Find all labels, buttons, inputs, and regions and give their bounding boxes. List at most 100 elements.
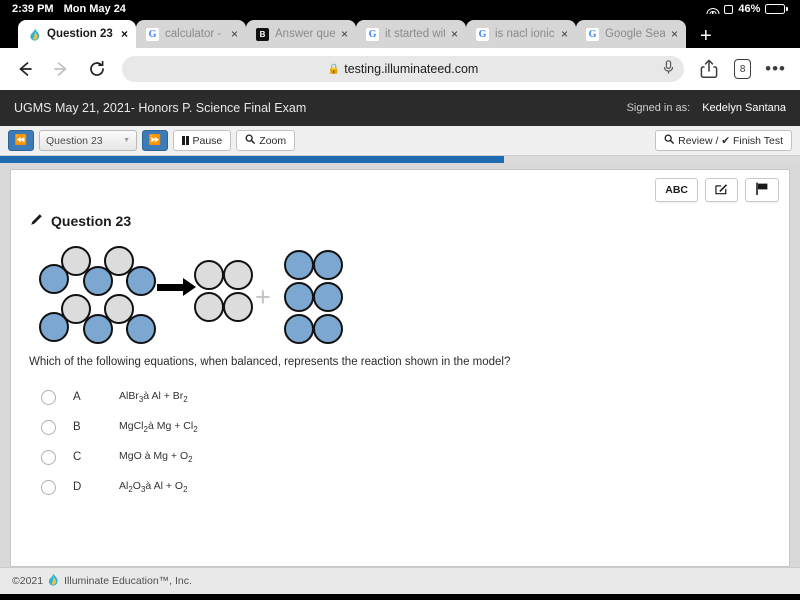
browser-tab[interactable]: Gcalculator - Go × bbox=[136, 20, 246, 48]
status-time: 2:39 PM bbox=[12, 3, 54, 15]
browser-tab[interactable]: B Answer questio × bbox=[246, 20, 356, 48]
signed-in-label: Signed in as: bbox=[626, 102, 691, 114]
illuminate-flame-icon bbox=[29, 27, 41, 41]
browser-tab-strip[interactable]: Question 23 | U × Gcalculator - Go × B Answer… bbox=[0, 18, 800, 48]
answer-option[interactable]: D Al2O3à Al + O2 bbox=[41, 472, 789, 502]
product-atom-blue bbox=[284, 314, 314, 344]
answer-option-letter: D bbox=[73, 481, 82, 493]
google-icon: G bbox=[476, 27, 489, 41]
answer-option-letter: C bbox=[73, 451, 82, 463]
browser-tab[interactable]: Gis nacl ionic or c × bbox=[466, 20, 576, 48]
back-button[interactable] bbox=[14, 58, 36, 80]
zoom-label: Zoom bbox=[259, 134, 287, 147]
chevron-down-icon: ▼ bbox=[123, 137, 130, 144]
answer-radio-button[interactable] bbox=[41, 479, 56, 495]
status-bar-right: 46% bbox=[706, 3, 788, 15]
answer-option-letter: A bbox=[73, 391, 81, 403]
microphone-icon[interactable] bbox=[663, 60, 674, 78]
more-options-button[interactable]: ••• bbox=[765, 60, 786, 77]
signed-in-info: Signed in as: Kedelyn Santana bbox=[627, 102, 786, 114]
review-finish-label: Review / ✔ Finish Test bbox=[678, 134, 783, 147]
close-icon[interactable]: × bbox=[341, 28, 348, 40]
browser-tab-title: it started with a bbox=[385, 28, 445, 40]
eliminate-answers-button[interactable]: ABC bbox=[655, 178, 698, 202]
next-question-button[interactable]: ⏩ bbox=[142, 130, 168, 151]
battery-icon bbox=[765, 4, 788, 14]
search-icon bbox=[664, 134, 674, 147]
browser-tab-title: Google Search bbox=[605, 28, 665, 40]
review-finish-test-button[interactable]: Review / ✔ Finish Test bbox=[655, 130, 792, 151]
reactant-atom bbox=[126, 314, 156, 344]
battery-percent-label: 46% bbox=[738, 3, 761, 15]
question-card-toolbar: ABC bbox=[11, 170, 789, 202]
product-atom-blue bbox=[313, 282, 343, 312]
answer-option-equation: MgCl2à Mg + Cl2 bbox=[119, 419, 198, 435]
product-atom-blue bbox=[313, 314, 343, 344]
google-icon: G bbox=[476, 27, 489, 41]
answer-option-letter: B bbox=[73, 421, 81, 433]
copyright-year: ©2021 bbox=[12, 575, 44, 587]
browser-tab-title: is nacl ionic or c bbox=[495, 28, 555, 40]
product-atom-gray bbox=[194, 292, 224, 322]
share-icon[interactable] bbox=[698, 58, 720, 80]
tab-count-button[interactable]: 8 bbox=[734, 59, 752, 79]
user-name: Kedelyn Santana bbox=[702, 102, 786, 114]
close-icon[interactable]: × bbox=[121, 28, 128, 40]
answer-option[interactable]: C MgO à Mg + O2 bbox=[41, 442, 789, 472]
illuminate-flame-icon bbox=[28, 27, 41, 41]
exam-toolbar: ⏪ Question 23 ▼ ⏩ Pause Zoom Review / ✔ … bbox=[0, 126, 800, 156]
ipad-browser-window: 2:39 PM Mon May 24 46% Question 23 | U×G… bbox=[0, 0, 800, 600]
page-footer: ©2021 Illuminate Education™, Inc. bbox=[0, 567, 800, 594]
google-icon: G bbox=[146, 27, 159, 41]
company-name: Illuminate Education™, Inc. bbox=[64, 575, 192, 587]
exam-progress-fill bbox=[0, 156, 504, 163]
reactant-atom bbox=[126, 266, 156, 296]
close-icon[interactable]: × bbox=[561, 28, 568, 40]
answer-option[interactable]: A AlBr3à Al + Br2 bbox=[41, 382, 789, 412]
wifi-icon bbox=[706, 4, 720, 14]
question-heading-label: Question 23 bbox=[51, 213, 132, 229]
answer-option-equation: AlBr3à Al + Br2 bbox=[119, 389, 188, 405]
exam-title: UGMS May 21, 2021- Honors P. Science Fin… bbox=[14, 101, 307, 115]
google-icon: G bbox=[146, 27, 159, 41]
forward-button[interactable] bbox=[50, 58, 72, 80]
zoom-button[interactable]: Zoom bbox=[236, 130, 296, 151]
reload-button[interactable] bbox=[86, 58, 108, 80]
close-icon[interactable]: × bbox=[671, 28, 678, 40]
browser-tab-title: calculator - Go bbox=[165, 28, 225, 40]
illuminate-flame-icon bbox=[48, 573, 59, 589]
product-atom-gray bbox=[223, 292, 253, 322]
browser-tab[interactable]: Question 23 | U × bbox=[18, 20, 136, 48]
annotate-button[interactable] bbox=[705, 178, 738, 202]
url-address-bar[interactable]: 🔒 testing.illuminateed.com bbox=[122, 56, 685, 82]
browser-tab[interactable]: G Google Search × bbox=[576, 20, 686, 48]
google-icon: G bbox=[586, 27, 599, 41]
question-select-value: Question 23 bbox=[46, 134, 103, 147]
answer-radio-button[interactable] bbox=[41, 419, 56, 435]
close-icon[interactable]: × bbox=[231, 28, 238, 40]
flag-icon bbox=[755, 182, 769, 198]
product-atom-gray bbox=[194, 260, 224, 290]
new-tab-button[interactable]: + bbox=[686, 26, 726, 48]
brainly-icon: B bbox=[256, 27, 269, 41]
alarm-icon bbox=[724, 4, 734, 14]
browser-tab-title: Question 23 | U bbox=[47, 28, 113, 40]
google-icon: G bbox=[586, 27, 599, 41]
question-card: A B C Question 23 + Which of the following… bbox=[10, 169, 790, 567]
pencil-icon bbox=[29, 212, 44, 230]
url-text: testing.illuminateed.com bbox=[344, 62, 479, 76]
answer-option-equation: MgO à Mg + O2 bbox=[119, 449, 193, 465]
answer-option[interactable]: B MgCl2à Mg + Cl2 bbox=[41, 412, 789, 442]
tab-list: Question 23 | U × Gcalculator - Go × B Answer… bbox=[18, 20, 686, 48]
brainly-icon: B bbox=[256, 27, 269, 41]
product-atom-gray bbox=[223, 260, 253, 290]
plus-sign: + bbox=[255, 282, 271, 312]
close-icon[interactable]: × bbox=[451, 28, 458, 40]
question-select-dropdown[interactable]: Question 23 ▼ bbox=[39, 130, 137, 151]
pause-button[interactable]: Pause bbox=[173, 130, 232, 151]
answer-radio-button[interactable] bbox=[41, 449, 56, 465]
previous-question-button[interactable]: ⏪ bbox=[8, 130, 34, 151]
browser-tab[interactable]: Git started with a × bbox=[356, 20, 466, 48]
flag-question-button[interactable] bbox=[745, 178, 779, 202]
answer-radio-button[interactable] bbox=[41, 389, 56, 405]
